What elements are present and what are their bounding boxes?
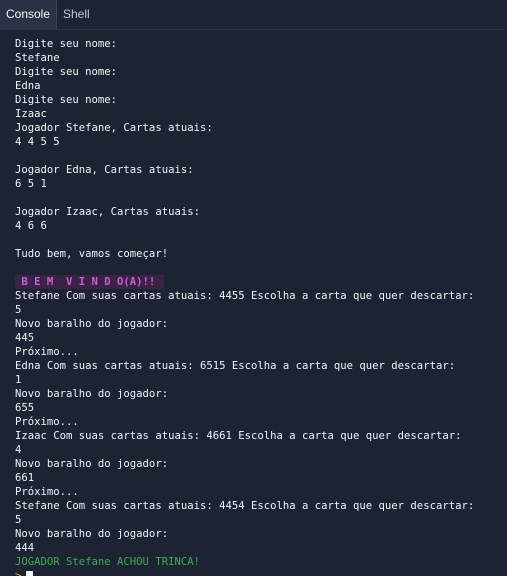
console-line: 445 [15, 332, 35, 344]
console-line: 5 [15, 514, 22, 526]
console-line: Digite seu nome: [15, 94, 118, 106]
console-line: 444 [15, 542, 35, 554]
tab-shell[interactable]: Shell [63, 0, 90, 29]
console-line: 661 [15, 472, 35, 484]
console-line: Jogador Izaac, Cartas atuais: [15, 206, 200, 218]
tab-divider [56, 0, 57, 29]
console-line: 4 6 6 [15, 220, 47, 232]
console-line: Stefane Com suas cartas atuais: 4454 Esc… [15, 500, 475, 512]
console-line: 4 4 5 5 [15, 136, 60, 148]
tab-bar: Console Shell [0, 0, 507, 30]
console-line: 1 [15, 374, 22, 386]
success-message: JOGADOR Stefane ACHOU TRINCA! [15, 556, 200, 568]
console-line: Jogador Edna, Cartas atuais: [15, 164, 194, 176]
console-line: Novo baralho do jogador: [15, 528, 169, 540]
console-line: Próximo... [15, 486, 79, 498]
text-cursor[interactable] [26, 571, 33, 576]
console-line: Edna Com suas cartas atuais: 6515 Escolh… [15, 360, 456, 372]
console-line: 6 5 1 [15, 178, 47, 190]
console-line: 655 [15, 402, 35, 414]
prompt-symbol: > [15, 569, 22, 576]
console-line: Digite seu nome: [15, 38, 118, 50]
console-line: Novo baralho do jogador: [15, 458, 169, 470]
welcome-banner: B E M V I N D O(A)!! [15, 275, 164, 289]
console-line: Izaac Com suas cartas atuais: 4661 Escol… [15, 430, 462, 442]
console-line: Stefane Com suas cartas atuais: 4455 Esc… [15, 290, 475, 302]
console-line: Izaac [15, 108, 47, 120]
tab-console[interactable]: Console [0, 0, 56, 29]
console-line: Jogador Stefane, Cartas atuais: [15, 122, 213, 134]
console-line: Novo baralho do jogador: [15, 318, 169, 330]
console-line: Stefane [15, 52, 60, 64]
console-line: Próximo... [15, 346, 79, 358]
console-line: Tudo bem, vamos começar! [15, 248, 169, 260]
console-line: Próximo... [15, 416, 79, 428]
replit-console-panel: Console Shell Digite seu nome: Stefane Dig… [0, 0, 507, 576]
console-line: 5 [15, 304, 22, 316]
console-line: Novo baralho do jogador: [15, 388, 169, 400]
console-line: Edna [15, 80, 41, 92]
console-line: 4 [15, 444, 22, 456]
console-line: Digite seu nome: [15, 66, 118, 78]
console-output[interactable]: Digite seu nome: Stefane Digite seu nome: E… [0, 30, 507, 576]
